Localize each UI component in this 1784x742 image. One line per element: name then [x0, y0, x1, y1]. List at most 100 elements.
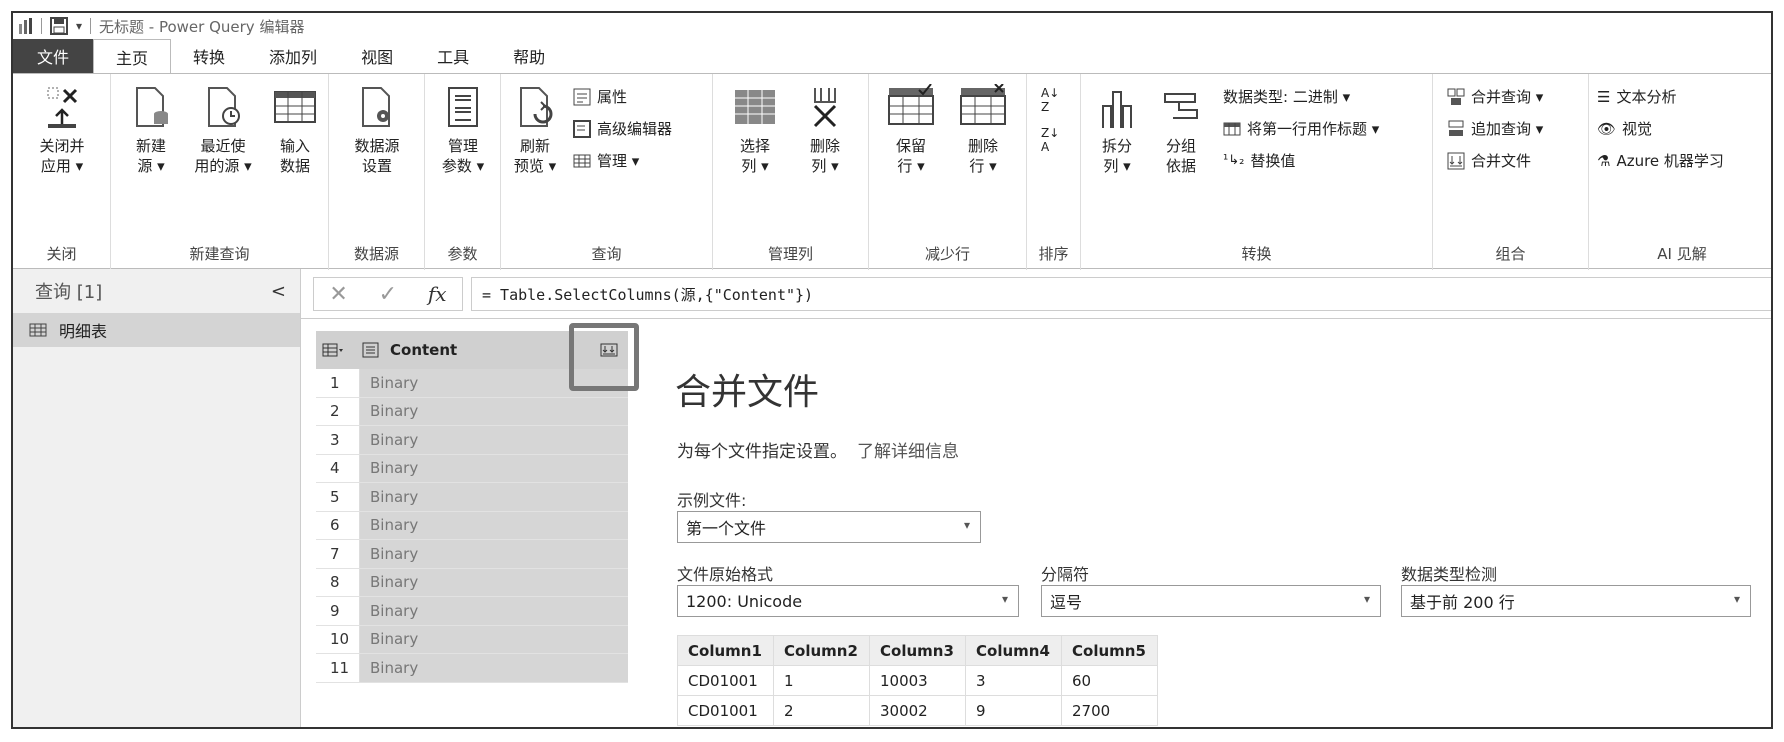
binary-cell[interactable]: Binary	[360, 540, 628, 568]
delimiter-select[interactable]: 逗号 ▾	[1041, 585, 1381, 617]
data-type-label: 数据类型: 二进制 ▾	[1223, 88, 1351, 106]
keep-rows-icon	[888, 84, 934, 125]
remove-columns-button[interactable]: 删除 列 ▾	[797, 84, 853, 176]
text-analytics-button[interactable]: ☰ 文本分析	[1597, 86, 1676, 107]
query-item-label: 明细表	[59, 322, 108, 341]
collapse-pane-icon[interactable]: <	[271, 281, 286, 302]
query-item[interactable]: 明细表	[13, 313, 300, 347]
quick-access-dropdown-icon[interactable]: ▾	[76, 19, 82, 33]
table-row[interactable]: 9 Binary	[316, 597, 628, 626]
table-menu-icon[interactable]	[316, 343, 360, 357]
row-number: 2	[316, 397, 360, 425]
row-number: 1	[316, 369, 360, 397]
column-header-content[interactable]: Content	[390, 341, 457, 359]
sort-descending-button[interactable]: Z↓ A	[1041, 126, 1059, 154]
table-row[interactable]: 6 Binary	[316, 511, 628, 540]
binary-cell[interactable]: Binary	[360, 483, 628, 511]
table-row[interactable]: 7 Binary	[316, 540, 628, 569]
text-type-icon[interactable]	[362, 342, 380, 358]
save-icon[interactable]	[50, 17, 68, 35]
queries-header: 查询 [1] <	[13, 269, 300, 313]
app-icon	[19, 18, 32, 34]
group-parameters: 管理 参数 ▾ 参数	[425, 74, 501, 270]
tab-tools[interactable]: 工具	[415, 39, 491, 73]
remove-rows-button[interactable]: 删除 行 ▾	[953, 84, 1013, 176]
tab-transform[interactable]: 转换	[171, 39, 247, 73]
preview-header-row: Column1 Column2 Column3 Column4 Column5	[677, 635, 1158, 666]
tab-add-column[interactable]: 添加列	[247, 39, 339, 73]
preview-row: CD01001 2 30002 9 2700	[677, 695, 1158, 726]
binary-cell[interactable]: Binary	[360, 568, 628, 596]
manage-query-button[interactable]: 管理 ▾	[573, 150, 639, 171]
append-queries-button[interactable]: 追加查询 ▾	[1447, 118, 1543, 139]
azure-ml-button[interactable]: ⚗ Azure 机器学习	[1597, 150, 1724, 171]
data-type-button[interactable]: 数据类型: 二进制 ▾	[1223, 86, 1350, 107]
merge-queries-button[interactable]: 合并查询 ▾	[1447, 86, 1543, 107]
binary-cell[interactable]: Binary	[360, 454, 628, 482]
first-row-header-icon	[1223, 122, 1241, 135]
new-source-button[interactable]: 新建 源 ▾	[123, 84, 179, 176]
binary-cell[interactable]: Binary	[360, 397, 628, 425]
recent-sources-button[interactable]: 最近使 用的源 ▾	[183, 84, 263, 176]
cancel-formula-icon[interactable]: ✕	[329, 282, 347, 307]
recent-sources-label-1: 最近使	[200, 137, 246, 155]
fx-icon[interactable]: fx	[428, 282, 447, 306]
combine-files-pane: 合并文件 为每个文件指定设置。 了解详细信息 示例文件: 第一个文件 ▾ 文件原始…	[645, 319, 1771, 727]
tab-view[interactable]: 视图	[339, 39, 415, 73]
keep-rows-button[interactable]: 保留 行 ▾	[881, 84, 941, 176]
tab-help[interactable]: 帮助	[491, 39, 567, 73]
vision-label: 视觉	[1622, 120, 1653, 138]
sort-ascending-icon: A↓ Z	[1041, 86, 1060, 114]
advanced-editor-button[interactable]: 高级编辑器	[573, 118, 672, 139]
remove-columns-label-1: 删除	[809, 137, 840, 155]
vision-button[interactable]: 👁 视觉	[1597, 118, 1652, 139]
binary-cell[interactable]: Binary	[360, 426, 628, 454]
binary-cell[interactable]: Binary	[360, 654, 628, 682]
group-label-close: 关闭	[46, 245, 77, 263]
tab-home[interactable]: 主页	[93, 39, 172, 73]
formula-input[interactable]: = Table.SelectColumns(源,{"Content"})	[471, 277, 1771, 311]
file-origin-select[interactable]: 1200: Unicode ▾	[677, 585, 1019, 617]
table-row[interactable]: 4 Binary	[316, 454, 628, 483]
use-first-row-button[interactable]: 将第一行用作标题 ▾	[1223, 118, 1379, 139]
split-column-button[interactable]: 拆分 列 ▾	[1089, 84, 1145, 176]
sort-ascending-button[interactable]: A↓ Z	[1041, 86, 1059, 114]
learn-more-link[interactable]: 了解详细信息	[857, 442, 959, 462]
queries-pane: 查询 [1] < 明细表	[13, 269, 301, 727]
tab-file[interactable]: 文件	[13, 39, 94, 73]
group-by-button[interactable]: 分组 依据	[1153, 84, 1209, 176]
table-row[interactable]: 3 Binary	[316, 426, 628, 455]
group-label-parameters: 参数	[447, 245, 478, 263]
preview-cell: 2700	[1061, 695, 1158, 726]
binary-cell[interactable]: Binary	[360, 597, 628, 625]
separator	[41, 18, 42, 34]
binary-cell[interactable]: Binary	[360, 625, 628, 653]
table-row[interactable]: 5 Binary	[316, 483, 628, 512]
table-row[interactable]: 11 Binary	[316, 654, 628, 683]
refresh-preview-button[interactable]: 刷新 预览 ▾	[507, 84, 563, 176]
group-label-manage-columns: 管理列	[767, 245, 813, 263]
table-row[interactable]: 2 Binary	[316, 397, 628, 426]
preview-cell: 30002	[869, 695, 966, 726]
confirm-formula-icon[interactable]: ✓	[379, 282, 397, 307]
file-origin-value: 1200: Unicode	[686, 591, 803, 611]
sample-file-select[interactable]: 第一个文件 ▾	[677, 511, 981, 543]
enter-data-button[interactable]: 输入 数据	[267, 84, 323, 176]
split-column-label-1: 拆分	[1101, 137, 1132, 155]
table-row[interactable]: 10 Binary	[316, 625, 628, 654]
table-row[interactable]: 8 Binary	[316, 568, 628, 597]
replace-values-button[interactable]: ¹↳₂ 替换值	[1223, 150, 1295, 171]
binary-cell[interactable]: Binary	[360, 511, 628, 539]
choose-columns-button[interactable]: 选择 列 ▾	[727, 84, 783, 176]
close-apply-button[interactable]: 关闭并 应用 ▾	[19, 84, 105, 176]
datasource-settings-button[interactable]: 数据源 设置	[341, 84, 413, 176]
new-source-label-2: 源 ▾	[137, 157, 165, 175]
manage-parameters-button[interactable]: 管理 参数 ▾	[431, 84, 495, 176]
formula-bar: ✕ ✓ fx = Table.SelectColumns(源,{"Content…	[301, 269, 1771, 319]
sort-descending-icon: Z↓ A	[1041, 126, 1060, 154]
advanced-editor-icon	[573, 119, 591, 138]
merge-queries-icon	[1447, 88, 1465, 105]
type-detection-select[interactable]: 基于前 200 行 ▾	[1401, 585, 1751, 617]
properties-button[interactable]: 属性	[573, 86, 627, 107]
combine-files-button[interactable]: 合并文件	[1447, 150, 1531, 171]
